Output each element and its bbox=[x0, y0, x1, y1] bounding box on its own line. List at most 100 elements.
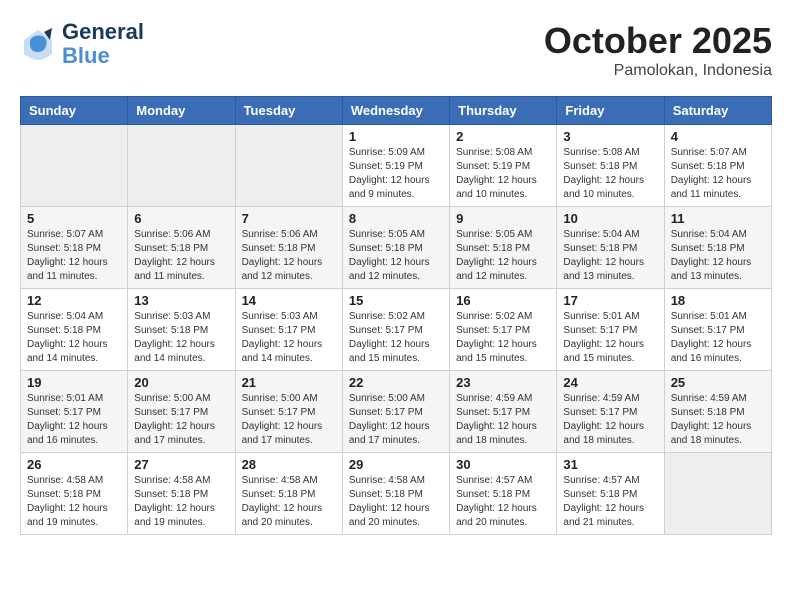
day-number: 30 bbox=[456, 457, 550, 472]
day-info: Sunrise: 5:01 AM Sunset: 5:17 PM Dayligh… bbox=[563, 310, 657, 366]
weekday-header-friday: Friday bbox=[557, 97, 664, 125]
month-title: October 2025 bbox=[544, 20, 772, 62]
day-info: Sunrise: 5:07 AM Sunset: 5:18 PM Dayligh… bbox=[27, 228, 121, 284]
day-info: Sunrise: 5:08 AM Sunset: 5:18 PM Dayligh… bbox=[563, 146, 657, 202]
calendar-cell: 6Sunrise: 5:06 AM Sunset: 5:18 PM Daylig… bbox=[128, 207, 235, 289]
day-info: Sunrise: 5:06 AM Sunset: 5:18 PM Dayligh… bbox=[134, 228, 228, 284]
day-info: Sunrise: 4:58 AM Sunset: 5:18 PM Dayligh… bbox=[242, 474, 336, 530]
day-info: Sunrise: 4:59 AM Sunset: 5:17 PM Dayligh… bbox=[563, 392, 657, 448]
day-number: 2 bbox=[456, 129, 550, 144]
logo-icon bbox=[20, 26, 56, 62]
day-info: Sunrise: 5:03 AM Sunset: 5:17 PM Dayligh… bbox=[242, 310, 336, 366]
location: Pamolokan, Indonesia bbox=[544, 62, 772, 80]
day-info: Sunrise: 5:00 AM Sunset: 5:17 PM Dayligh… bbox=[134, 392, 228, 448]
calendar-cell: 15 Sunrise: 5:02 AM Sunset: 5:17 PM Dayli… bbox=[342, 289, 449, 371]
day-info: Sunrise: 5:05 AM Sunset: 5:18 PM Dayligh… bbox=[456, 228, 550, 284]
day-info: Sunrise: 5:01 AM Sunset: 5:17 PM Dayligh… bbox=[671, 310, 765, 366]
logo: General Blue bbox=[20, 20, 144, 68]
day-number: 3 bbox=[563, 129, 657, 144]
day-number: 14 bbox=[242, 293, 336, 308]
calendar-cell: 12 Sunrise: 5:04 AM Sunset: 5:18 PM Dayli… bbox=[21, 289, 128, 371]
day-info: Sunrise: 5:04 AM Sunset: 5:18 PM Dayligh… bbox=[27, 310, 121, 366]
day-number: 5 bbox=[27, 211, 121, 226]
calendar-cell: 8Sunrise: 5:05 AM Sunset: 5:18 PM Daylig… bbox=[342, 207, 449, 289]
calendar-cell bbox=[664, 453, 771, 535]
calendar-cell: 9 Sunrise: 5:05 AM Sunset: 5:18 PM Daylig… bbox=[450, 207, 557, 289]
day-number: 15 bbox=[349, 293, 443, 308]
day-number: 17 bbox=[563, 293, 657, 308]
calendar-cell: 26 Sunrise: 4:58 AM Sunset: 5:18 PM Dayli… bbox=[21, 453, 128, 535]
calendar-cell: 22Sunrise: 5:00 AM Sunset: 5:17 PM Dayli… bbox=[342, 371, 449, 453]
calendar-cell: 2Sunrise: 5:08 AM Sunset: 5:19 PM Daylig… bbox=[450, 125, 557, 207]
day-number: 19 bbox=[27, 375, 121, 390]
calendar-week-4: 19 Sunrise: 5:01 AM Sunset: 5:17 PM Dayli… bbox=[21, 371, 772, 453]
day-number: 12 bbox=[27, 293, 121, 308]
day-info: Sunrise: 5:02 AM Sunset: 5:17 PM Dayligh… bbox=[456, 310, 550, 366]
day-info: Sunrise: 4:59 AM Sunset: 5:18 PM Dayligh… bbox=[671, 392, 765, 448]
calendar-cell: 30 Sunrise: 4:57 AM Sunset: 5:18 PM Dayli… bbox=[450, 453, 557, 535]
day-number: 8 bbox=[349, 211, 443, 226]
calendar-header: SundayMondayTuesdayWednesdayThursdayFrid… bbox=[21, 97, 772, 125]
calendar-cell: 14 Sunrise: 5:03 AM Sunset: 5:17 PM Dayli… bbox=[235, 289, 342, 371]
day-info: Sunrise: 5:03 AM Sunset: 5:18 PM Dayligh… bbox=[134, 310, 228, 366]
calendar-cell: 10Sunrise: 5:04 AM Sunset: 5:18 PM Dayli… bbox=[557, 207, 664, 289]
day-number: 11 bbox=[671, 211, 765, 226]
weekday-header-sunday: Sunday bbox=[21, 97, 128, 125]
calendar-week-2: 5 Sunrise: 5:07 AM Sunset: 5:18 PM Daylig… bbox=[21, 207, 772, 289]
day-number: 1 bbox=[349, 129, 443, 144]
calendar-cell: 17 Sunrise: 5:01 AM Sunset: 5:17 PM Dayli… bbox=[557, 289, 664, 371]
day-number: 29 bbox=[349, 457, 443, 472]
day-info: Sunrise: 4:58 AM Sunset: 5:18 PM Dayligh… bbox=[27, 474, 121, 530]
day-info: Sunrise: 4:57 AM Sunset: 5:18 PM Dayligh… bbox=[563, 474, 657, 530]
day-info: Sunrise: 5:09 AM Sunset: 5:19 PM Dayligh… bbox=[349, 146, 443, 202]
day-number: 9 bbox=[456, 211, 550, 226]
calendar-cell: 31Sunrise: 4:57 AM Sunset: 5:18 PM Dayli… bbox=[557, 453, 664, 535]
calendar-cell bbox=[235, 125, 342, 207]
calendar-cell: 11 Sunrise: 5:04 AM Sunset: 5:18 PM Dayli… bbox=[664, 207, 771, 289]
calendar-cell: 29 Sunrise: 4:58 AM Sunset: 5:18 PM Dayli… bbox=[342, 453, 449, 535]
day-info: Sunrise: 5:07 AM Sunset: 5:18 PM Dayligh… bbox=[671, 146, 765, 202]
day-number: 7 bbox=[242, 211, 336, 226]
day-number: 10 bbox=[563, 211, 657, 226]
title-block: October 2025 Pamolokan, Indonesia bbox=[544, 20, 772, 80]
day-info: Sunrise: 4:58 AM Sunset: 5:18 PM Dayligh… bbox=[349, 474, 443, 530]
day-number: 4 bbox=[671, 129, 765, 144]
weekday-header-thursday: Thursday bbox=[450, 97, 557, 125]
day-info: Sunrise: 5:01 AM Sunset: 5:17 PM Dayligh… bbox=[27, 392, 121, 448]
day-number: 21 bbox=[242, 375, 336, 390]
day-number: 13 bbox=[134, 293, 228, 308]
weekday-header-saturday: Saturday bbox=[664, 97, 771, 125]
calendar-cell: 18Sunrise: 5:01 AM Sunset: 5:17 PM Dayli… bbox=[664, 289, 771, 371]
calendar-cell bbox=[21, 125, 128, 207]
calendar-cell: 28Sunrise: 4:58 AM Sunset: 5:18 PM Dayli… bbox=[235, 453, 342, 535]
calendar-cell: 13 Sunrise: 5:03 AM Sunset: 5:18 PM Dayli… bbox=[128, 289, 235, 371]
day-info: Sunrise: 4:58 AM Sunset: 5:18 PM Dayligh… bbox=[134, 474, 228, 530]
day-info: Sunrise: 5:02 AM Sunset: 5:17 PM Dayligh… bbox=[349, 310, 443, 366]
day-info: Sunrise: 5:04 AM Sunset: 5:18 PM Dayligh… bbox=[671, 228, 765, 284]
calendar-cell: 24 Sunrise: 4:59 AM Sunset: 5:17 PM Dayli… bbox=[557, 371, 664, 453]
day-info: Sunrise: 4:59 AM Sunset: 5:17 PM Dayligh… bbox=[456, 392, 550, 448]
day-number: 20 bbox=[134, 375, 228, 390]
calendar-cell: 5 Sunrise: 5:07 AM Sunset: 5:18 PM Daylig… bbox=[21, 207, 128, 289]
calendar-week-3: 12 Sunrise: 5:04 AM Sunset: 5:18 PM Dayli… bbox=[21, 289, 772, 371]
day-number: 16 bbox=[456, 293, 550, 308]
calendar-cell: 21 Sunrise: 5:00 AM Sunset: 5:17 PM Dayli… bbox=[235, 371, 342, 453]
calendar-cell: 19 Sunrise: 5:01 AM Sunset: 5:17 PM Dayli… bbox=[21, 371, 128, 453]
calendar-table: SundayMondayTuesdayWednesdayThursdayFrid… bbox=[20, 96, 772, 535]
calendar-cell: 16 Sunrise: 5:02 AM Sunset: 5:17 PM Dayli… bbox=[450, 289, 557, 371]
calendar-cell bbox=[128, 125, 235, 207]
day-number: 24 bbox=[563, 375, 657, 390]
calendar-week-5: 26 Sunrise: 4:58 AM Sunset: 5:18 PM Dayli… bbox=[21, 453, 772, 535]
day-info: Sunrise: 5:06 AM Sunset: 5:18 PM Dayligh… bbox=[242, 228, 336, 284]
day-number: 26 bbox=[27, 457, 121, 472]
logo-text: General Blue bbox=[62, 20, 144, 68]
day-number: 23 bbox=[456, 375, 550, 390]
calendar-week-1: 1 Sunrise: 5:09 AM Sunset: 5:19 PM Daylig… bbox=[21, 125, 772, 207]
calendar-cell: 23 Sunrise: 4:59 AM Sunset: 5:17 PM Dayli… bbox=[450, 371, 557, 453]
day-number: 25 bbox=[671, 375, 765, 390]
weekday-header-wednesday: Wednesday bbox=[342, 97, 449, 125]
day-info: Sunrise: 4:57 AM Sunset: 5:18 PM Dayligh… bbox=[456, 474, 550, 530]
day-info: Sunrise: 5:00 AM Sunset: 5:17 PM Dayligh… bbox=[242, 392, 336, 448]
weekday-header-monday: Monday bbox=[128, 97, 235, 125]
weekday-header-tuesday: Tuesday bbox=[235, 97, 342, 125]
